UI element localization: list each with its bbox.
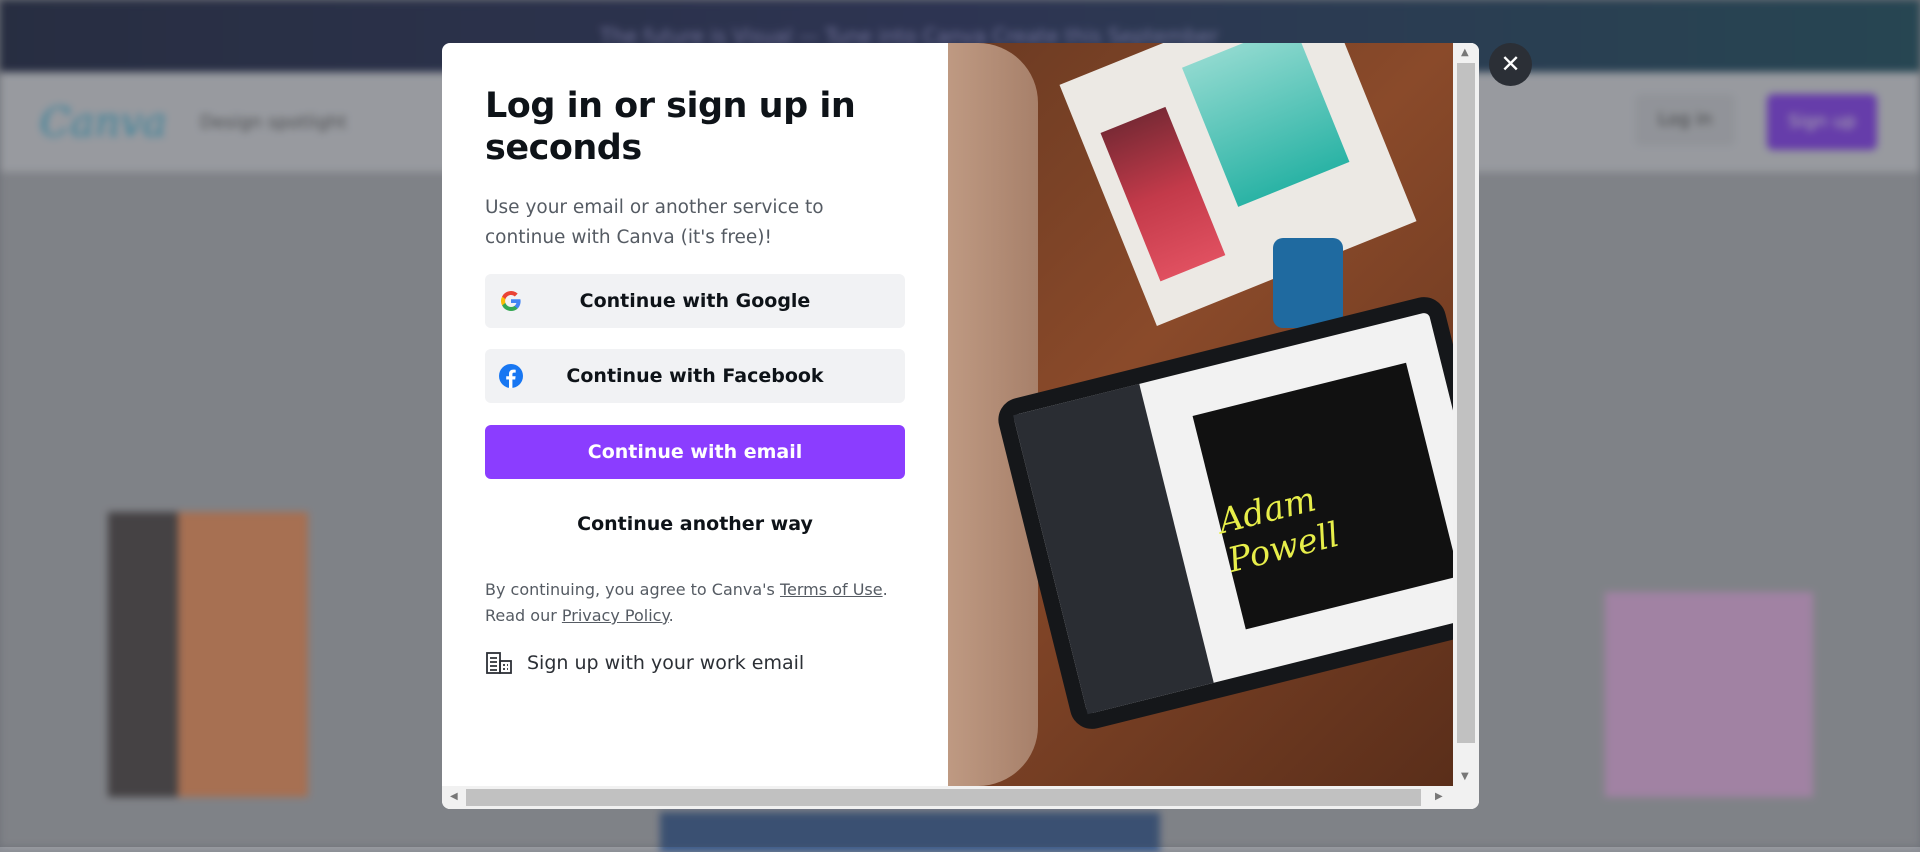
scroll-right-arrow-icon[interactable]: ▶ bbox=[1435, 791, 1443, 802]
continue-facebook-button[interactable]: Continue with Facebook bbox=[485, 349, 905, 403]
terms-notice: By continuing, you agree to Canva's Term… bbox=[485, 577, 905, 629]
vertical-scrollbar[interactable]: ▲ ▼ bbox=[1453, 43, 1479, 786]
google-label: Continue with Google bbox=[579, 290, 811, 312]
login-modal: Log in or sign up in seconds Use your em… bbox=[442, 43, 1479, 809]
facebook-label: Continue with Facebook bbox=[566, 365, 824, 387]
continue-google-button[interactable]: Continue with Google bbox=[485, 274, 905, 328]
modal-subtitle: Use your email or another service to con… bbox=[485, 197, 824, 248]
terms-text: By continuing, you agree to Canva's bbox=[485, 580, 780, 599]
terms-of-use-link[interactable]: Terms of Use bbox=[780, 580, 883, 599]
continue-another-way-link[interactable]: Continue another way bbox=[485, 513, 905, 535]
scroll-up-arrow-icon[interactable]: ▲ bbox=[1461, 47, 1469, 58]
scroll-down-arrow-icon[interactable]: ▼ bbox=[1461, 771, 1469, 782]
terms-text: . bbox=[668, 606, 674, 625]
photo-swatches bbox=[1059, 43, 1417, 326]
horizontal-scroll-thumb[interactable] bbox=[466, 789, 1421, 806]
privacy-policy-link[interactable]: Privacy Policy bbox=[562, 606, 669, 625]
scroll-left-arrow-icon[interactable]: ◀ bbox=[450, 791, 458, 802]
vertical-scroll-thumb[interactable] bbox=[1457, 63, 1475, 743]
close-modal-button[interactable]: ✕ bbox=[1489, 43, 1532, 86]
modal-title: Log in or sign up in seconds bbox=[485, 86, 856, 168]
horizontal-scrollbar[interactable]: ◀ ▶ bbox=[442, 786, 1479, 809]
google-icon bbox=[501, 291, 521, 311]
photo-tablet: Adam Powell bbox=[993, 292, 1453, 734]
continue-email-button[interactable]: Continue with email bbox=[485, 425, 905, 479]
login-panel: Log in or sign up in seconds Use your em… bbox=[442, 43, 948, 786]
building-icon bbox=[486, 652, 512, 674]
photo-ink-bottle bbox=[1273, 238, 1343, 328]
work-email-signup-link[interactable]: Sign up with your work email bbox=[485, 651, 804, 675]
promo-photo: Adam Powell bbox=[948, 43, 1453, 786]
work-email-label: Sign up with your work email bbox=[527, 652, 805, 674]
facebook-icon bbox=[499, 364, 523, 388]
